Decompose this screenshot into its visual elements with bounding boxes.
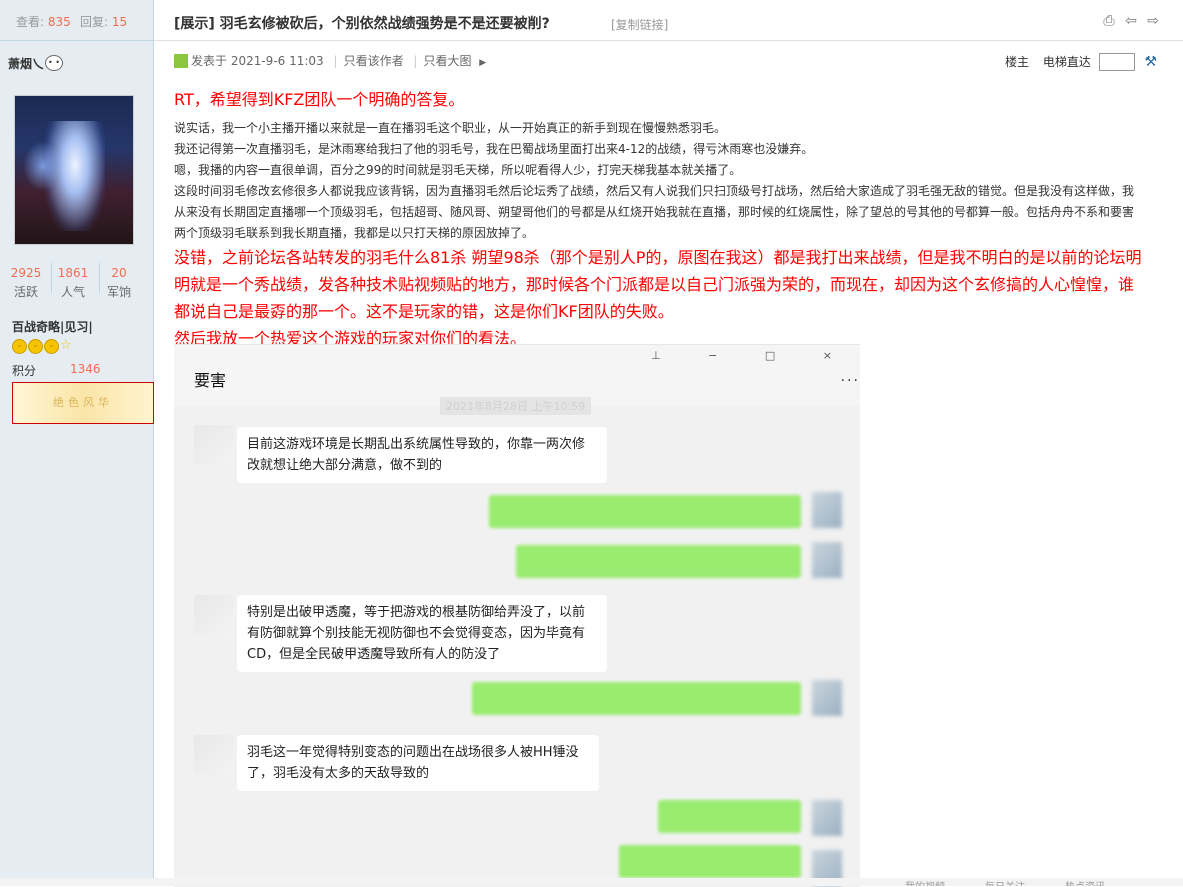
footer-item[interactable]: 我的视频 [905, 878, 945, 886]
smiley-icon: ᵕ [28, 339, 43, 354]
own-avatar [812, 492, 842, 528]
own-avatar [812, 680, 842, 716]
own-avatar [812, 800, 842, 836]
bottom-toolbar: 我的视频 每日关注 热点资讯 [0, 878, 1183, 886]
user-group[interactable]: 百战奇略|见习| [12, 318, 93, 335]
post-paragraph: 嗯，我播的内容一直很单调，百分之99的时间就是羽毛天梯，所以呢看得人少，打完天梯… [174, 163, 742, 177]
more-icon: ··· [840, 373, 860, 389]
chat-message: 羽毛这一年觉得特别变态的问题出在战场很多人被HH锤没了，羽毛没有太多的天敌导致的 [237, 735, 599, 791]
floor-input[interactable] [1098, 53, 1135, 71]
window-controls: ⊥ − □ × [651, 349, 854, 362]
chevron-right-icon: ▶ [479, 58, 487, 68]
chat-header: 要害 ⊥ − □ × ··· [174, 345, 860, 405]
replies-stat: 回复: 15 [80, 15, 128, 29]
star-icon: ☆ [60, 338, 72, 353]
thread-title: [展示] 羽毛玄修被砍后，个别依然战绩强势是不是还要被削? [174, 16, 550, 32]
stat-active[interactable]: 2925 活跃 [1, 266, 51, 300]
medal-banner[interactable]: 绝色风华 [12, 382, 154, 424]
smiley-icon: ᵕ [12, 339, 27, 354]
post-paragraph: 我还记得第一次直播羽毛，是沐雨寒给我扫了他的羽毛号，我在巴蜀战场里面打出来4-1… [174, 142, 814, 156]
own-avatar [812, 542, 842, 578]
only-author-link[interactable]: 只看该作者 [344, 54, 404, 68]
post-meta: 发表于 2021-9-6 11:03 | 只看该作者 | 只看大图 ▶ [174, 52, 486, 69]
next-thread-icon[interactable]: ⇨ [1147, 13, 1159, 29]
smiley-icon: ᵕ [44, 339, 59, 354]
thread-header: [展示] 羽毛玄修被砍后，个别依然战绩强势是不是还要被削? [复制链接] ⎙ ⇦… [154, 0, 1183, 41]
prev-thread-icon[interactable]: ⇦ [1125, 13, 1137, 29]
post-body: RT，希望得到KFZ团队一个明确的答复。 说实话，我一个小主播开播以来就是一直在… [174, 88, 1144, 352]
post-intro: RT，希望得到KFZ团队一个明确的答复。 [174, 90, 465, 109]
chat-timestamp: 2021年8月28日 上午10:59 [440, 397, 592, 415]
mood-icon: • • [45, 55, 63, 71]
contact-avatar [194, 735, 234, 775]
contact-avatar [194, 425, 234, 465]
floor-nav: 楼主 电梯直达 ⚒ [1005, 53, 1157, 71]
post-paragraph: 说实话，我一个小主播开播以来就是一直在播羽毛这个职业，从一开始真正的新手到现在慢… [174, 121, 727, 135]
print-icon[interactable]: ⎙ [1103, 13, 1114, 29]
chat-message: 目前这游戏环境是长期乱出系统属性导致的，你靠一两次修改就想让绝大部分满意，做不到… [237, 427, 607, 483]
thread-stats: 查看: 835 回复: 15 [0, 0, 153, 41]
copy-link-button[interactable]: [复制链接] [611, 16, 668, 33]
footer-item[interactable]: 每日关注 [985, 878, 1025, 886]
author-username[interactable]: 萧烟乀 [8, 55, 44, 72]
blurred-message [489, 495, 801, 528]
blurred-message [516, 545, 801, 578]
author-sidebar: 查看: 835 回复: 15 萧烟乀 • • 2925 活跃 1861 人气 2… [0, 0, 154, 886]
post-date: 发表于 2021-9-6 11:03 [191, 54, 324, 68]
chat-screenshot: 要害 ⊥ − □ × ··· 2021年8月28日 上午10:59 目前这游戏环… [174, 344, 860, 887]
blurred-message [658, 800, 801, 833]
rank-icons: ᵕ ᵕ ᵕ ☆ [12, 338, 72, 354]
stat-coins[interactable]: 20 军饷 [94, 266, 144, 300]
chat-title: 要害 [194, 371, 227, 390]
blurred-message [472, 682, 801, 715]
go-floor-icon[interactable]: ⚒ [1145, 54, 1158, 70]
avatar[interactable] [14, 95, 134, 245]
chat-message: 特别是出破甲透魔，等于把游戏的根基防御给弄没了，以前有防御就算个别技能无视防御也… [237, 595, 607, 672]
floor-label: 楼主 [1005, 55, 1030, 69]
views-stat: 查看: 835 [16, 15, 71, 29]
only-images-link[interactable]: 只看大图 [423, 54, 471, 68]
online-status-icon [174, 54, 188, 68]
stat-popularity[interactable]: 1861 人气 [48, 266, 98, 300]
post-paragraph: 这段时间羽毛修改玄修很多人都说我应该背锅，因为直播羽毛然后论坛秀了战绩，然后又有… [174, 184, 1135, 240]
thread-tools: ⎙ ⇦ ⇨ [1097, 13, 1159, 29]
avatar-effect [23, 141, 63, 191]
footer-item[interactable]: 热点资讯 [1065, 878, 1105, 886]
contact-avatar [194, 595, 234, 635]
post-highlight: 没错，之前论坛各站转发的羽毛什么81杀 朔望98杀（那个是别人P的，原图在我这）… [174, 248, 1142, 321]
points-row: 积分 1346 [12, 362, 101, 378]
blurred-message [619, 845, 801, 878]
elevator-label: 电梯直达 [1042, 55, 1091, 69]
